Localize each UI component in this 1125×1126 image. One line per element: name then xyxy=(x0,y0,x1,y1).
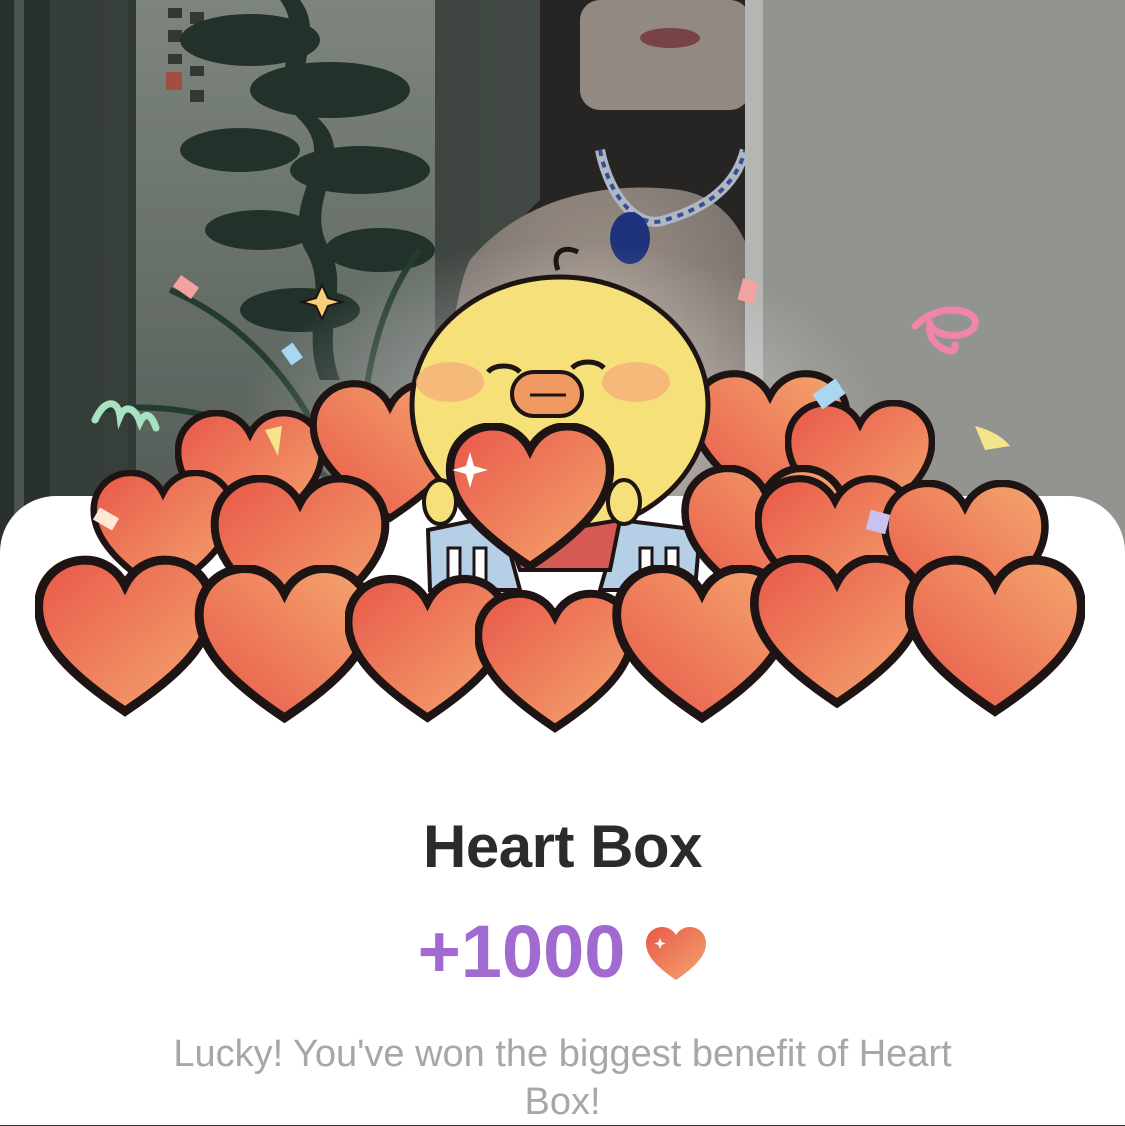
popup-title: Heart Box xyxy=(423,813,702,880)
reward-message: Lucky! You've won the biggest benefit of… xyxy=(173,1033,952,1123)
reward-amount-row: +1000 xyxy=(0,910,1125,994)
reward-amount: +1000 xyxy=(417,910,626,993)
heart-icon xyxy=(646,927,707,980)
chick-holding-heart-in-gift-box-illustration xyxy=(0,230,1125,760)
